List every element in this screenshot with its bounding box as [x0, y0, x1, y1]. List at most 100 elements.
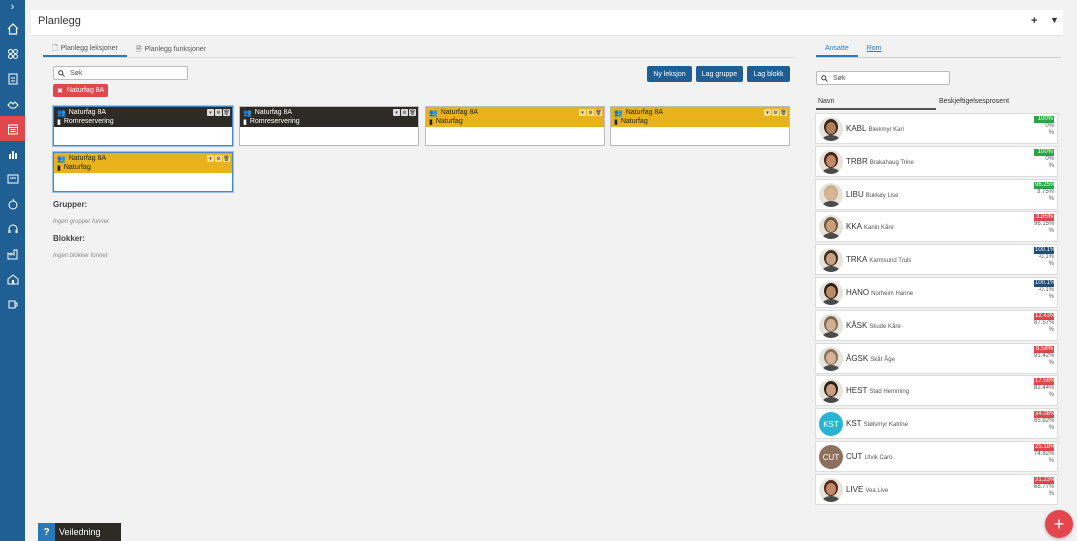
blocks-heading: Blokker: — [53, 234, 86, 243]
help-button[interactable]: ? Veiledning — [38, 523, 121, 541]
employment-percent: 34.08% 65.92%% — [1034, 411, 1055, 432]
apple-icon — [8, 198, 17, 209]
employee-name: LIBU Bukkøy Lise — [846, 190, 898, 199]
tab-ansatte[interactable]: Ansatte — [816, 43, 858, 57]
employee-row[interactable]: LIBU Bukkøy Lise 96.25% 3.75%% — [815, 178, 1058, 210]
sidebar-item-factory[interactable] — [0, 241, 25, 266]
lesson-card-subtitle: Naturfag — [63, 164, 91, 171]
avatar — [819, 477, 843, 502]
lesson-card[interactable]: 👥 Naturfag 8A ▮ Naturfag ▾ ⚙ 🗑 — [425, 106, 605, 146]
employee-row[interactable]: KÅSK Skude Kåre 12.43% 87.57%% — [815, 309, 1058, 341]
tab-planlegg-leksjoner[interactable]: 🗋 Planlegg leksjoner — [43, 43, 127, 57]
column-header-name[interactable]: Navn — [818, 98, 834, 105]
employee-name: TRKA Karmsund Truls — [846, 255, 911, 264]
school-icon — [7, 273, 18, 284]
sidebar-item-groups[interactable] — [0, 41, 25, 66]
divider — [816, 57, 1061, 58]
employee-code: CUT — [846, 452, 863, 461]
allocation-badge: 17.56% — [1034, 378, 1056, 386]
employee-code: KKA — [846, 222, 863, 232]
chevron-down-icon[interactable]: ▾ — [579, 109, 586, 116]
employee-row[interactable]: KABL Bleikmyr Kari 100% 0%% — [815, 113, 1058, 144]
employee-code: HEST — [846, 386, 868, 396]
remaining-percent: 96.15% — [1034, 221, 1055, 228]
users-icon: 👥 — [57, 109, 66, 117]
new-group-button[interactable]: Lag gruppe — [696, 66, 743, 82]
new-block-button[interactable]: Lag blokk — [747, 66, 790, 82]
chevron-down-icon[interactable]: ▾ — [207, 109, 214, 116]
sidebar-item-coffee[interactable] — [0, 291, 25, 316]
users-icon: 👥 — [243, 109, 252, 117]
trash-icon[interactable]: 🗑 — [409, 109, 416, 116]
gear-icon[interactable]: ⚙ — [772, 109, 779, 116]
search-icon — [58, 69, 65, 77]
new-lesson-button[interactable]: Ny leksjon — [647, 66, 692, 82]
employee-full-name: Stad Hemming — [869, 389, 910, 396]
avatar: KST — [819, 412, 843, 437]
employee-row[interactable]: KKA Kanin Kåre 3.85% 96.15%% — [815, 211, 1058, 243]
percent-unit: % — [1048, 326, 1054, 333]
sidebar-item-bar-chart[interactable] — [0, 141, 25, 166]
gear-icon[interactable]: ⚙ — [401, 109, 408, 116]
employee-search-input[interactable]: Søk — [816, 71, 950, 85]
employee-name: TRBR Brakahaug Trine — [846, 157, 914, 166]
trash-icon[interactable]: 🗑 — [595, 109, 602, 116]
employee-row[interactable]: TRKA Karmsund Truls 100.1% -0.1%% — [815, 244, 1058, 276]
expand-sidebar-icon[interactable]: › — [0, 0, 25, 16]
sidebar-item-school[interactable] — [0, 266, 25, 291]
employee-row[interactable]: HEST Stad Hemming 17.56% 82.44%% — [815, 375, 1058, 407]
file-text-icon: 🗎 — [135, 46, 142, 53]
lesson-card[interactable]: 👥 Naturfag 8A ▮ Naturfag ▾ ⚙ 🗑 — [53, 152, 233, 192]
employee-row[interactable]: HANO Norheim Hanne 100.1% -0.1%% — [815, 277, 1058, 308]
filter-icon[interactable]: ▼ — [1050, 15, 1059, 25]
lesson-card[interactable]: 👥 Naturfag 8A ▮ Romreservering ▾ ⚙ 🗑 — [239, 106, 419, 146]
groups-empty-text: Ingen grupper funnet — [53, 219, 109, 225]
employee-row[interactable]: LIVE Vea Live 31.23% 68.77%% — [815, 473, 1058, 505]
trash-icon[interactable]: 🗑 — [223, 155, 230, 162]
lesson-card-header: 👥 Naturfag 8A ▮ Naturfag ▾ ⚙ 🗑 — [54, 153, 232, 173]
percent-unit: % — [1048, 425, 1054, 432]
employment-percent: 100% 0%% — [1034, 148, 1054, 170]
avatar — [819, 346, 843, 371]
add-fab-button[interactable]: + — [1045, 510, 1073, 538]
employee-row[interactable]: KST KST Stølsmyr Katrine 34.08% 65.92%% — [815, 408, 1058, 440]
search-input[interactable]: Søk — [53, 66, 188, 80]
chevron-down-icon[interactable]: ▾ — [393, 109, 400, 116]
employment-percent: 31.23% 68.77%% — [1034, 476, 1055, 498]
filter-chip[interactable]: ✖ Naturfag 8A — [53, 84, 109, 97]
employee-name: KKA Kanin Kåre — [846, 222, 894, 231]
sidebar-item-handshake[interactable] — [0, 91, 25, 116]
trash-icon[interactable]: 🗑 — [780, 109, 787, 116]
chevron-down-icon[interactable]: ▾ — [207, 155, 214, 162]
employee-name: HEST Stad Hemming — [846, 386, 909, 395]
tab-planlegg-funksjoner[interactable]: 🗎 Planlegg funksjoner — [127, 43, 215, 57]
tab-rom[interactable]: Rom — [858, 43, 891, 57]
employee-code: KABL — [846, 124, 867, 133]
book-icon: ▮ — [243, 118, 247, 126]
sidebar-item-headset[interactable] — [0, 216, 25, 241]
employment-percent: 100.1% -0.1%% — [1034, 247, 1055, 268]
gear-icon[interactable]: ⚙ — [215, 109, 222, 116]
sidebar-item-id-card[interactable] — [0, 66, 25, 91]
close-icon[interactable]: ✖ — [57, 87, 63, 95]
gear-icon[interactable]: ⚙ — [587, 109, 594, 116]
chevron-down-icon[interactable]: ▾ — [764, 109, 771, 116]
sidebar-item-card[interactable] — [0, 166, 25, 191]
column-header-percent[interactable]: Beskjeftigelsesprosent — [939, 98, 1009, 105]
sidebar-item-apple[interactable] — [0, 191, 25, 216]
gear-icon[interactable]: ⚙ — [215, 155, 222, 162]
employee-row[interactable]: CUT CUT Utvik Caro 25.18% 74.82%% — [815, 441, 1058, 472]
lesson-card[interactable]: 👥 Naturfag 8A ▮ Naturfag ▾ ⚙ 🗑 — [610, 106, 790, 146]
employee-row[interactable]: TRBR Brakahaug Trine 100% 0%% — [815, 145, 1058, 177]
main-tabs: 🗋 Planlegg leksjoner 🗎 Planlegg funksjon… — [43, 43, 215, 57]
employee-name: HANO Norheim Hanne — [846, 288, 913, 297]
sidebar-item-calendar[interactable] — [0, 116, 25, 141]
employee-row[interactable]: ÅGSK Skår Åge 8.58% 91.42%% — [815, 342, 1058, 374]
help-label: Veiledning — [59, 527, 101, 537]
trash-icon[interactable]: 🗑 — [223, 109, 230, 116]
lesson-card[interactable]: 👥 Naturfag 8A ▮ Romreservering ▾ ⚙ 🗑 — [53, 106, 233, 146]
sidebar-item-home[interactable] — [0, 16, 25, 41]
employee-full-name: Skude Kåre — [869, 323, 901, 330]
headset-icon — [8, 224, 17, 233]
plus-icon[interactable]: + — [1031, 15, 1037, 27]
